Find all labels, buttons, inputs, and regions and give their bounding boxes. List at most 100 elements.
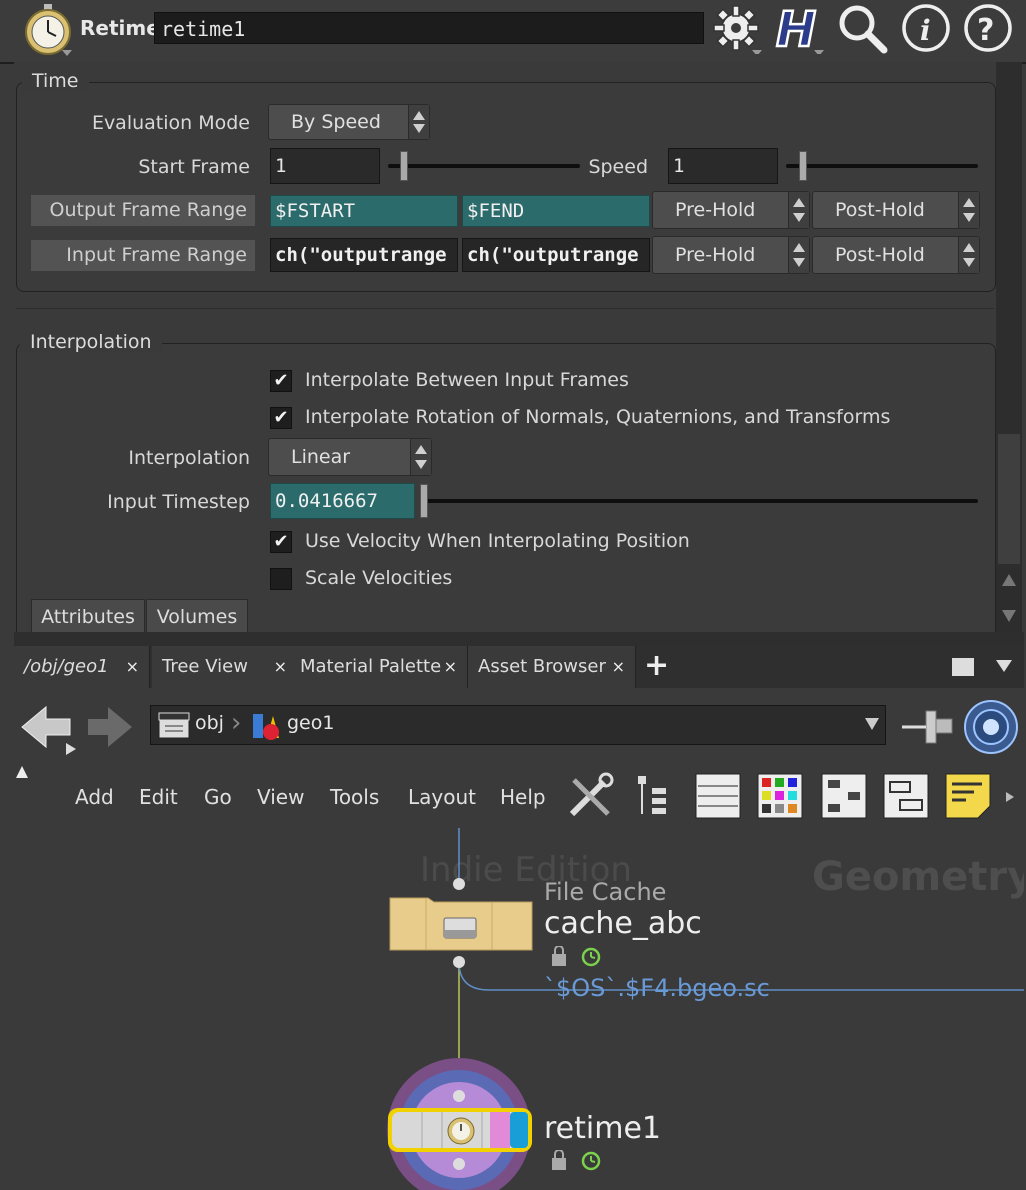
node-flags — [552, 1150, 601, 1171]
node-flags — [552, 946, 601, 967]
network-link-icon[interactable] — [962, 698, 1020, 756]
svg-text:i: i — [920, 14, 931, 47]
node-name-field[interactable]: retime1 — [154, 12, 704, 44]
tab-volumes[interactable]: Volumes — [146, 599, 248, 633]
menu-edit[interactable]: Edit — [139, 785, 178, 809]
evaluation-mode-value: By Speed — [291, 111, 381, 133]
tree-list-icon[interactable] — [632, 772, 680, 820]
parameter-header: Retime retime1 H i ? — [0, 0, 1026, 64]
use-velocity-label: Use Velocity When Interpolating Position — [305, 530, 690, 552]
network-graph[interactable]: Indie Edition Geometry File Cache cache_… — [14, 828, 1024, 1190]
input-timestep-slider-handle[interactable] — [420, 484, 428, 518]
output-range-end-field[interactable]: $FEND — [462, 195, 650, 227]
tab-attributes[interactable]: Attributes — [31, 599, 145, 633]
pin-icon[interactable] — [900, 703, 958, 751]
list-view-icon[interactable] — [694, 772, 742, 820]
pane-menu-arrow-icon[interactable] — [996, 660, 1012, 672]
speed-field[interactable]: 1 — [668, 148, 778, 184]
stopwatch-icon[interactable] — [22, 4, 74, 56]
tab-obj-geo1[interactable]: /obj/geo1 × — [14, 646, 150, 688]
interp-rotation-label: Interpolate Rotation of Normals, Quatern… — [305, 406, 891, 428]
menu-tools[interactable]: Tools — [330, 785, 379, 809]
interp-between-checkbox[interactable]: ✔ — [270, 370, 292, 392]
scroll-down-arrow[interactable] — [1002, 610, 1016, 622]
clapperboard-icon — [158, 712, 190, 739]
tab-label: Asset Browser — [478, 656, 606, 677]
use-velocity-checkbox[interactable]: ✔ — [270, 531, 292, 553]
interpolation-label: Interpolation — [128, 447, 250, 469]
forward-arrow-icon[interactable] — [86, 703, 136, 751]
interpolation-menu[interactable]: Linear — [268, 438, 432, 476]
retime-node[interactable] — [386, 1056, 534, 1190]
output-post-hold-value: Post-Hold — [835, 199, 925, 221]
input-pre-hold-menu[interactable]: Pre-Hold — [652, 236, 810, 274]
collapse-arrow-icon[interactable] — [16, 766, 28, 778]
wrench-screwdriver-icon[interactable] — [566, 772, 614, 820]
scroll-up-arrow[interactable] — [1002, 574, 1016, 586]
menu-add[interactable]: Add — [75, 785, 114, 809]
more-tools-arrow-icon[interactable] — [1006, 792, 1014, 802]
network-path-field[interactable]: obj › geo1 — [150, 705, 886, 745]
geometry-object-icon — [253, 714, 279, 740]
sticky-note-icon[interactable] — [944, 772, 992, 820]
layout-nodes-icon[interactable] — [820, 772, 868, 820]
add-tab-button[interactable]: + — [644, 646, 669, 686]
input-post-hold-menu[interactable]: Post-Hold — [812, 236, 980, 274]
close-icon[interactable]: × — [126, 646, 139, 688]
houdini-h-icon[interactable]: H — [772, 2, 824, 54]
output-frame-range-label[interactable]: Output Frame Range — [31, 195, 255, 226]
info-icon[interactable]: i — [900, 2, 952, 54]
separator — [16, 308, 994, 309]
back-arrow-icon[interactable] — [18, 703, 78, 755]
tab-asset-browser[interactable]: Asset Browser × — [468, 646, 636, 688]
color-palette-icon[interactable] — [756, 772, 804, 820]
pane-divider[interactable] — [14, 632, 1024, 646]
file-cache-node-name[interactable]: cache_abc — [544, 906, 702, 941]
interpolation-value: Linear — [291, 446, 351, 468]
scale-velocities-checkbox[interactable] — [270, 568, 292, 590]
input-post-hold-value: Post-Hold — [835, 244, 925, 266]
close-icon[interactable]: × — [444, 646, 457, 688]
input-range-end-field[interactable]: ch("outputrange — [462, 238, 650, 272]
help-icon[interactable]: ? — [962, 2, 1014, 54]
start-frame-slider-track[interactable] — [388, 164, 580, 168]
input-timestep-slider-track[interactable] — [424, 499, 978, 503]
close-icon[interactable]: × — [612, 646, 625, 688]
pane-tab-bar: /obj/geo1 × Tree View × Material Palette… — [14, 646, 1024, 688]
path-segment-geo1[interactable]: geo1 — [287, 712, 334, 734]
path-segment-obj[interactable]: obj — [195, 712, 224, 734]
menu-help[interactable]: Help — [500, 785, 546, 809]
close-icon[interactable]: × — [274, 646, 287, 688]
scrollbar-thumb[interactable] — [998, 434, 1020, 564]
interp-rotation-checkbox[interactable]: ✔ — [270, 407, 292, 429]
output-post-hold-menu[interactable]: Post-Hold — [812, 191, 980, 229]
tab-material-palette[interactable]: Material Palette × — [290, 646, 468, 688]
retime-node-name[interactable]: retime1 — [544, 1111, 661, 1146]
menu-layout[interactable]: Layout — [408, 785, 476, 809]
tab-label: /obj/geo1 — [24, 656, 109, 677]
speed-slider-handle[interactable] — [799, 151, 807, 181]
path-dropdown-arrow-icon[interactable] — [865, 718, 879, 730]
node-type-label: Retime — [80, 16, 160, 40]
file-cache-node[interactable] — [388, 878, 534, 974]
parameter-scrollbar[interactable] — [996, 62, 1022, 632]
gear-icon[interactable] — [710, 2, 762, 54]
menu-go[interactable]: Go — [204, 785, 232, 809]
network-box-icon[interactable] — [882, 772, 930, 820]
maximize-pane-icon[interactable] — [952, 658, 974, 676]
input-frame-range-label[interactable]: Input Frame Range — [31, 240, 255, 271]
search-icon[interactable] — [836, 2, 888, 54]
output-pre-hold-menu[interactable]: Pre-Hold — [652, 191, 810, 229]
start-frame-slider-handle[interactable] — [400, 151, 408, 181]
output-range-start-field[interactable]: $FSTART — [270, 195, 458, 227]
speed-label: Speed — [588, 156, 648, 178]
input-timestep-field[interactable]: 0.0416667 — [270, 483, 415, 519]
menu-view[interactable]: View — [257, 785, 304, 809]
scale-velocities-label: Scale Velocities — [305, 567, 453, 589]
input-range-start-field[interactable]: ch("outputrange — [270, 238, 458, 272]
speed-slider-track[interactable] — [786, 164, 978, 168]
time-group-title: Time — [22, 70, 89, 92]
start-frame-field[interactable]: 1 — [270, 148, 380, 184]
tab-tree-view[interactable]: Tree View × — [152, 646, 298, 688]
evaluation-mode-menu[interactable]: By Speed — [268, 104, 430, 140]
